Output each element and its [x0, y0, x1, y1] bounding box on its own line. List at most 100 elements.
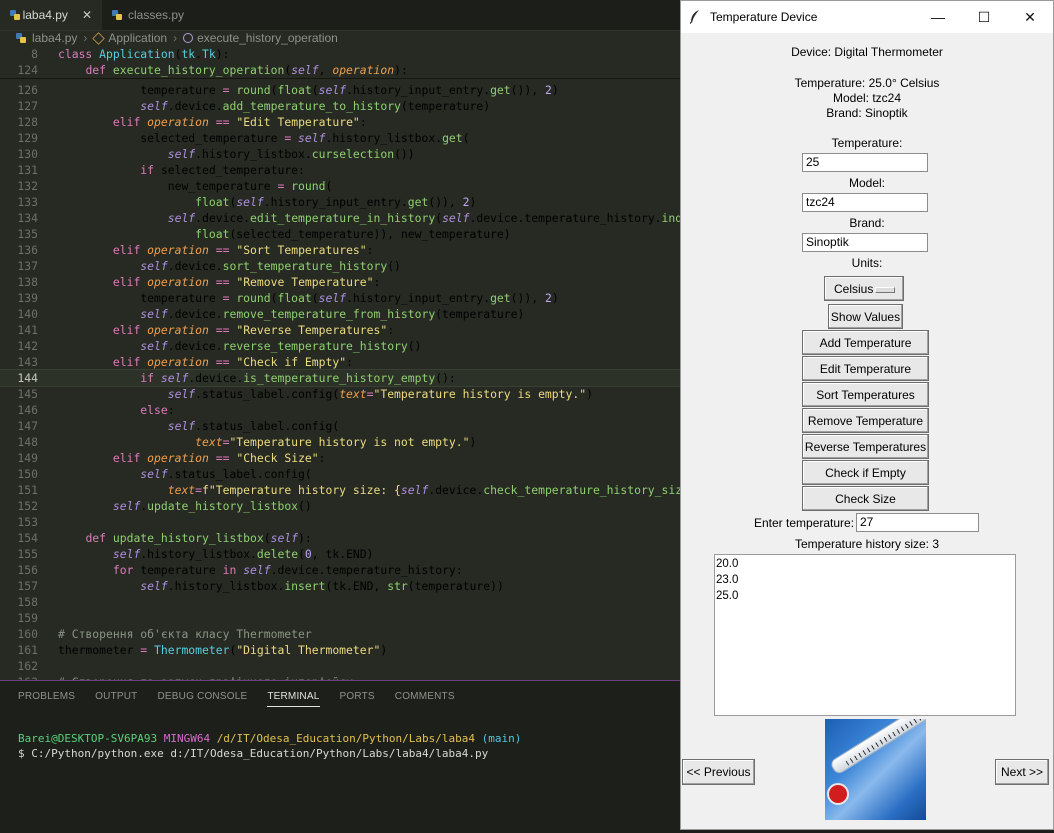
python-file-icon — [10, 10, 20, 20]
code-line: 162 — [17, 659, 38, 673]
code-line: 124 def execute_history_operation(self, … — [0, 62, 680, 79]
previous-button[interactable]: << Previous — [682, 759, 755, 785]
code-line: 150 self.status_label.config( — [17, 467, 312, 481]
code-line: 158 — [17, 595, 38, 609]
units-selected: Celsius — [834, 281, 874, 296]
code-line: 152 self.update_history_listbox() — [17, 499, 312, 513]
code-line: 161 thermometer = Thermometer("Digital Th… — [17, 643, 388, 657]
code-line: 130 self.history_listbox.curselection()) — [17, 147, 415, 161]
code-line: 126 temperature = round(float(self.histo… — [17, 83, 559, 97]
code-line: 157 self.history_listbox.insert(tk.END, … — [17, 579, 504, 593]
remove-temperature-button[interactable]: Remove Temperature — [802, 408, 929, 433]
option-menu-indicator-icon — [875, 287, 895, 293]
code-line: 142 self.device.reverse_temperature_hist… — [17, 339, 422, 353]
check-if-empty-button[interactable]: Check if Empty — [802, 460, 929, 485]
next-button[interactable]: Next >> — [995, 759, 1049, 785]
check-size-button[interactable]: Check Size — [802, 486, 929, 511]
temperature-input[interactable]: 25 — [802, 153, 928, 172]
add-temperature-button[interactable]: Add Temperature — [802, 330, 929, 355]
terminal-user: Barei@DESKTOP-SV6PA93 — [18, 732, 158, 745]
tab-classes[interactable]: classes.py — [102, 0, 198, 30]
code-line: 148 text="Temperature history is not emp… — [17, 435, 477, 449]
minimize-button[interactable]: — — [915, 1, 961, 33]
code-line: 137 self.device.sort_temperature_history… — [17, 259, 401, 273]
code-line: 155 self.history_listbox.delete(0, tk.EN… — [17, 547, 374, 561]
tab-terminal[interactable]: TERMINAL — [267, 691, 320, 707]
terminal-command[interactable]: $ C:/Python/python.exe d:/IT/Odesa_Educa… — [18, 747, 488, 760]
tab-ports[interactable]: PORTS — [340, 691, 375, 707]
chevron-right-icon: › — [83, 31, 88, 45]
history-listbox[interactable]: 20.0 23.0 25.0 — [714, 554, 1016, 716]
code-line: 131 if selected_temperature: — [17, 163, 305, 177]
history-size-label: Temperature history size: 3 — [794, 537, 940, 551]
window-titlebar[interactable]: Temperature Device — ☐ ✕ — [681, 1, 1053, 33]
code-line: 151 text=f"Temperature history size: {se… — [17, 483, 680, 497]
tab-comments[interactable]: COMMENTS — [395, 691, 455, 707]
close-window-button[interactable]: ✕ — [1007, 1, 1053, 33]
terminal-branch: (main) — [481, 732, 522, 745]
list-item[interactable]: 20.0 — [716, 556, 738, 572]
window-title: Temperature Device — [710, 10, 818, 24]
reverse-temperatures-button[interactable]: Reverse Temperatures — [802, 434, 929, 459]
temperature-field-label: Temperature: — [831, 136, 903, 150]
list-item[interactable]: 25.0 — [716, 588, 738, 604]
code-line: 156 for temperature in self.device.tempe… — [17, 563, 463, 577]
brand-field-label: Brand: — [849, 216, 885, 230]
breadcrumb-file[interactable]: laba4.py — [32, 31, 77, 45]
panel-tabs: PROBLEMS OUTPUT DEBUG CONSOLE TERMINAL P… — [18, 691, 455, 707]
code-line: 154 def update_history_listbox(self): — [17, 531, 312, 545]
bottom-panel: PROBLEMS OUTPUT DEBUG CONSOLE TERMINAL P… — [0, 680, 680, 833]
list-item[interactable]: 23.0 — [716, 572, 738, 588]
method-icon — [183, 33, 194, 43]
code-line: 147 self.status_label.config( — [17, 419, 340, 433]
chevron-right-icon: › — [173, 31, 178, 45]
breadcrumb: laba4.py › Application › execute_history… — [0, 30, 680, 46]
code-line: 141 elif operation == "Reverse Temperatu… — [17, 323, 395, 337]
history-input[interactable]: 27 — [856, 513, 979, 532]
breadcrumb-method[interactable]: execute_history_operation — [197, 31, 338, 45]
python-file-icon — [112, 10, 122, 20]
breadcrumb-class[interactable]: Application — [108, 31, 167, 45]
tab-debug-console[interactable]: DEBUG CONSOLE — [157, 691, 247, 707]
terminal-path: /d/IT/Odesa_Education/Python/Labs/laba4 — [216, 732, 475, 745]
tab-label: laba4.py — [22, 8, 68, 22]
units-dropdown[interactable]: Celsius — [824, 276, 904, 301]
close-icon[interactable]: ✕ — [82, 8, 92, 22]
code-line: 8 class Application(tk.Tk): — [0, 46, 680, 63]
code-line: 133 float(self.history_input_entry.get()… — [17, 195, 477, 209]
editor-tab-bar: laba4.py ✕ classes.py — [0, 0, 680, 31]
code-area[interactable]: 8 class Application(tk.Tk): 124 def execu… — [0, 46, 680, 680]
tab-output[interactable]: OUTPUT — [95, 691, 137, 707]
class-icon — [92, 31, 106, 45]
code-line: 145 self.status_label.config(text="Tempe… — [17, 387, 593, 401]
code-line: 146 else: — [17, 403, 175, 417]
model-input[interactable]: tzc24 — [802, 193, 928, 212]
info-model: Model: tzc24 — [832, 91, 902, 105]
info-brand: Brand: Sinoptik — [826, 106, 908, 120]
tab-label: classes.py — [128, 8, 185, 22]
tab-problems[interactable]: PROBLEMS — [18, 691, 75, 707]
code-line: 129 selected_temperature = self.history_… — [17, 131, 470, 145]
thermometer-image — [825, 719, 926, 820]
feather-icon — [690, 10, 699, 24]
code-line: 128 elif operation == "Edit Temperature"… — [17, 115, 367, 129]
units-label: Units: — [851, 256, 883, 270]
code-line: 127 self.device.add_temperature_to_histo… — [17, 99, 491, 113]
code-line: 143 elif operation == "Check if Empty": — [17, 355, 353, 369]
tab-laba4[interactable]: laba4.py ✕ — [0, 0, 102, 30]
code-line: 139 temperature = round(float(self.histo… — [17, 291, 559, 305]
sort-temperatures-button[interactable]: Sort Temperatures — [802, 382, 929, 407]
terminal-env: MINGW64 — [163, 732, 211, 745]
code-line: 136 elif operation == "Sort Temperatures… — [17, 243, 374, 257]
thermometer-bulb — [827, 783, 849, 805]
brand-input[interactable]: Sinoptik — [802, 233, 928, 252]
model-field-label: Model: — [848, 176, 886, 190]
code-line: 149 elif operation == "Check Size": — [17, 451, 326, 465]
maximize-button[interactable]: ☐ — [961, 1, 1007, 33]
edit-temperature-button[interactable]: Edit Temperature — [802, 356, 929, 381]
code-editor: laba4.py ✕ classes.py laba4.py › Applica… — [0, 0, 680, 833]
code-line: 138 elif operation == "Remove Temperatur… — [17, 275, 381, 289]
show-values-button[interactable]: Show Values — [828, 304, 903, 329]
terminal-prompt[interactable]: Barei@DESKTOP-SV6PA93 MINGW64 /d/IT/Odes… — [18, 732, 521, 745]
code-line: 159 — [17, 611, 38, 625]
